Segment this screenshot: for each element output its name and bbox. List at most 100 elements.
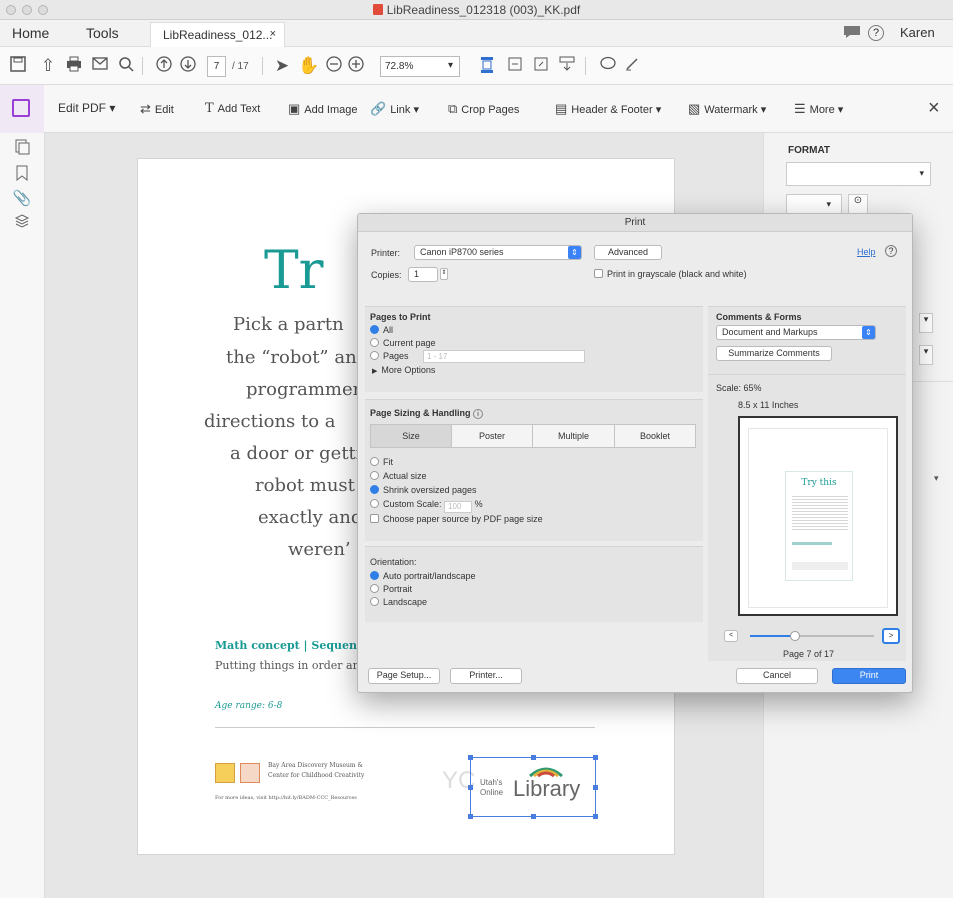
tab-document[interactable]: LibReadiness_012... × [150,22,285,47]
grayscale-checkbox[interactable]: Print in grayscale (black and white) [594,269,747,279]
rotate-icon[interactable] [505,56,525,76]
edit-pdf-menu[interactable]: Edit PDF ▾ [58,101,115,115]
zoom-select[interactable]: 72.8% ▾ [380,56,460,77]
attachment-icon[interactable]: 📎 [12,189,32,209]
crop-pages-button[interactable]: ⧉ Crop Pages [448,101,519,117]
close-toolbar-icon[interactable]: × [928,97,940,120]
add-image-label: Add Image [304,104,358,116]
copies-stepper[interactable]: ⇕ [440,268,448,280]
library-big-text: Library [513,776,581,801]
auto-orientation-radio[interactable]: Auto portrait/landscape [370,571,476,581]
header-footer-button[interactable]: ▤ Header & Footer ▾ [555,101,661,117]
more-options-toggle[interactable]: ▶ More Options [372,365,435,375]
tab-tools[interactable]: Tools [86,25,119,41]
search-icon[interactable] [116,56,136,76]
resize-handle[interactable] [468,755,473,760]
landscape-radio[interactable]: Landscape [370,597,427,607]
chevron-down-icon[interactable]: ▾ [919,345,933,365]
sponsor-line-1: Bay Area Discovery Museum & [268,762,363,769]
help-icon[interactable]: ? [868,25,884,41]
zoom-out-icon[interactable] [324,56,344,76]
zoom-in-icon[interactable] [346,56,366,76]
chevron-down-icon[interactable]: ▾ [934,473,939,484]
help-icon[interactable]: ⊙ [848,194,868,214]
all-radio[interactable]: All [370,325,393,335]
resize-handle[interactable] [593,755,598,760]
current-page-radio[interactable]: Current page [370,338,436,348]
summarize-comments-button[interactable]: Summarize Comments [716,346,832,361]
select-cursor-icon[interactable]: ➤ [272,56,292,76]
full-screen-icon[interactable] [531,56,551,76]
comment-icon[interactable] [843,25,861,42]
header-footer-icon: ▤ [555,101,568,116]
pages-range-input[interactable]: 1 - 17 [423,350,585,363]
resize-handle[interactable] [593,785,598,790]
page-setup-button[interactable]: Page Setup... [368,668,440,684]
more-button[interactable]: ☰ More ▾ [794,101,843,117]
page-line-2: the “robot” an [226,347,357,368]
previous-page-icon[interactable] [154,56,174,76]
next-page-icon[interactable] [178,56,198,76]
add-text-button[interactable]: T Add Text [205,101,260,116]
add-image-button[interactable]: ▣ Add Image [288,101,358,117]
paper-source-checkbox[interactable]: Choose paper source by PDF page size [370,514,543,524]
user-name[interactable]: Karen [900,25,935,40]
pages-radio[interactable]: Pages [370,351,409,361]
custom-scale-radio[interactable]: Custom Scale: 100 % [370,499,483,513]
layers-icon[interactable] [12,213,32,233]
page-line-4: directions to a [204,411,336,432]
page-thumbnails-icon[interactable] [12,139,32,159]
cancel-button[interactable]: Cancel [736,668,818,684]
resize-handle[interactable] [531,755,536,760]
resize-handle[interactable] [468,785,473,790]
page-slider-thumb[interactable] [790,631,800,641]
comments-select[interactable]: Document and Markups ⇕ [716,325,876,340]
fit-page-icon[interactable] [477,56,497,76]
email-icon[interactable] [90,56,110,76]
poster-segment[interactable]: Poster [451,424,533,448]
booklet-segment[interactable]: Booklet [614,424,696,448]
library-logo-selection[interactable]: Utah's Online Library [468,755,598,819]
watermark-button[interactable]: ▧ Watermark ▾ [688,101,766,117]
printer-select[interactable]: Canon iP8700 series ⇕ [414,245,582,260]
pen-tool-icon[interactable] [622,56,642,76]
upload-icon[interactable]: ⇧ [38,56,58,76]
edit-pdf-tool-icon[interactable] [0,85,44,133]
chevron-down-icon[interactable]: ▾ [919,313,933,333]
font-size-select[interactable]: ▾ [786,194,842,214]
chevron-down-icon: ▾ [837,104,844,116]
portrait-radio[interactable]: Portrait [370,584,412,594]
page-number-input[interactable]: 7 [207,56,226,77]
fit-radio[interactable]: Fit [370,457,393,467]
print-icon[interactable] [64,56,84,76]
shrink-radio[interactable]: Shrink oversized pages [370,485,477,495]
advanced-button[interactable]: Advanced [594,245,662,260]
page-line-8: weren’ [288,539,351,560]
print-button[interactable]: Print [832,668,906,684]
save-icon[interactable] [8,56,28,76]
hand-tool-icon[interactable]: ✋ [298,56,319,76]
size-segment[interactable]: Size [370,424,452,448]
next-preview-button[interactable]: > [882,628,900,644]
resize-handle[interactable] [593,814,598,819]
help-link[interactable]: Help [857,247,876,257]
close-tab-icon[interactable]: × [270,28,276,40]
comment-tool-icon[interactable] [598,56,618,76]
link-button[interactable]: 🔗 Link ▾ [370,101,419,117]
tab-home[interactable]: Home [12,25,49,41]
scroll-mode-icon[interactable] [557,56,577,76]
font-select[interactable]: ▾ [786,162,931,186]
resize-handle[interactable] [468,814,473,819]
previous-preview-button[interactable]: < [724,630,738,642]
resize-handle[interactable] [531,814,536,819]
bookmark-icon[interactable] [12,165,32,185]
custom-scale-input[interactable]: 100 [444,501,473,513]
multiple-segment[interactable]: Multiple [532,424,615,448]
actual-size-radio[interactable]: Actual size [370,471,427,481]
printer-button[interactable]: Printer... [450,668,522,684]
copies-input[interactable]: 1 [408,267,438,282]
current-page-label: Current page [383,338,436,348]
info-icon[interactable]: i [473,409,484,419]
help-icon[interactable]: ? [885,245,897,257]
edit-button[interactable]: ⇄ Edit [140,101,174,117]
